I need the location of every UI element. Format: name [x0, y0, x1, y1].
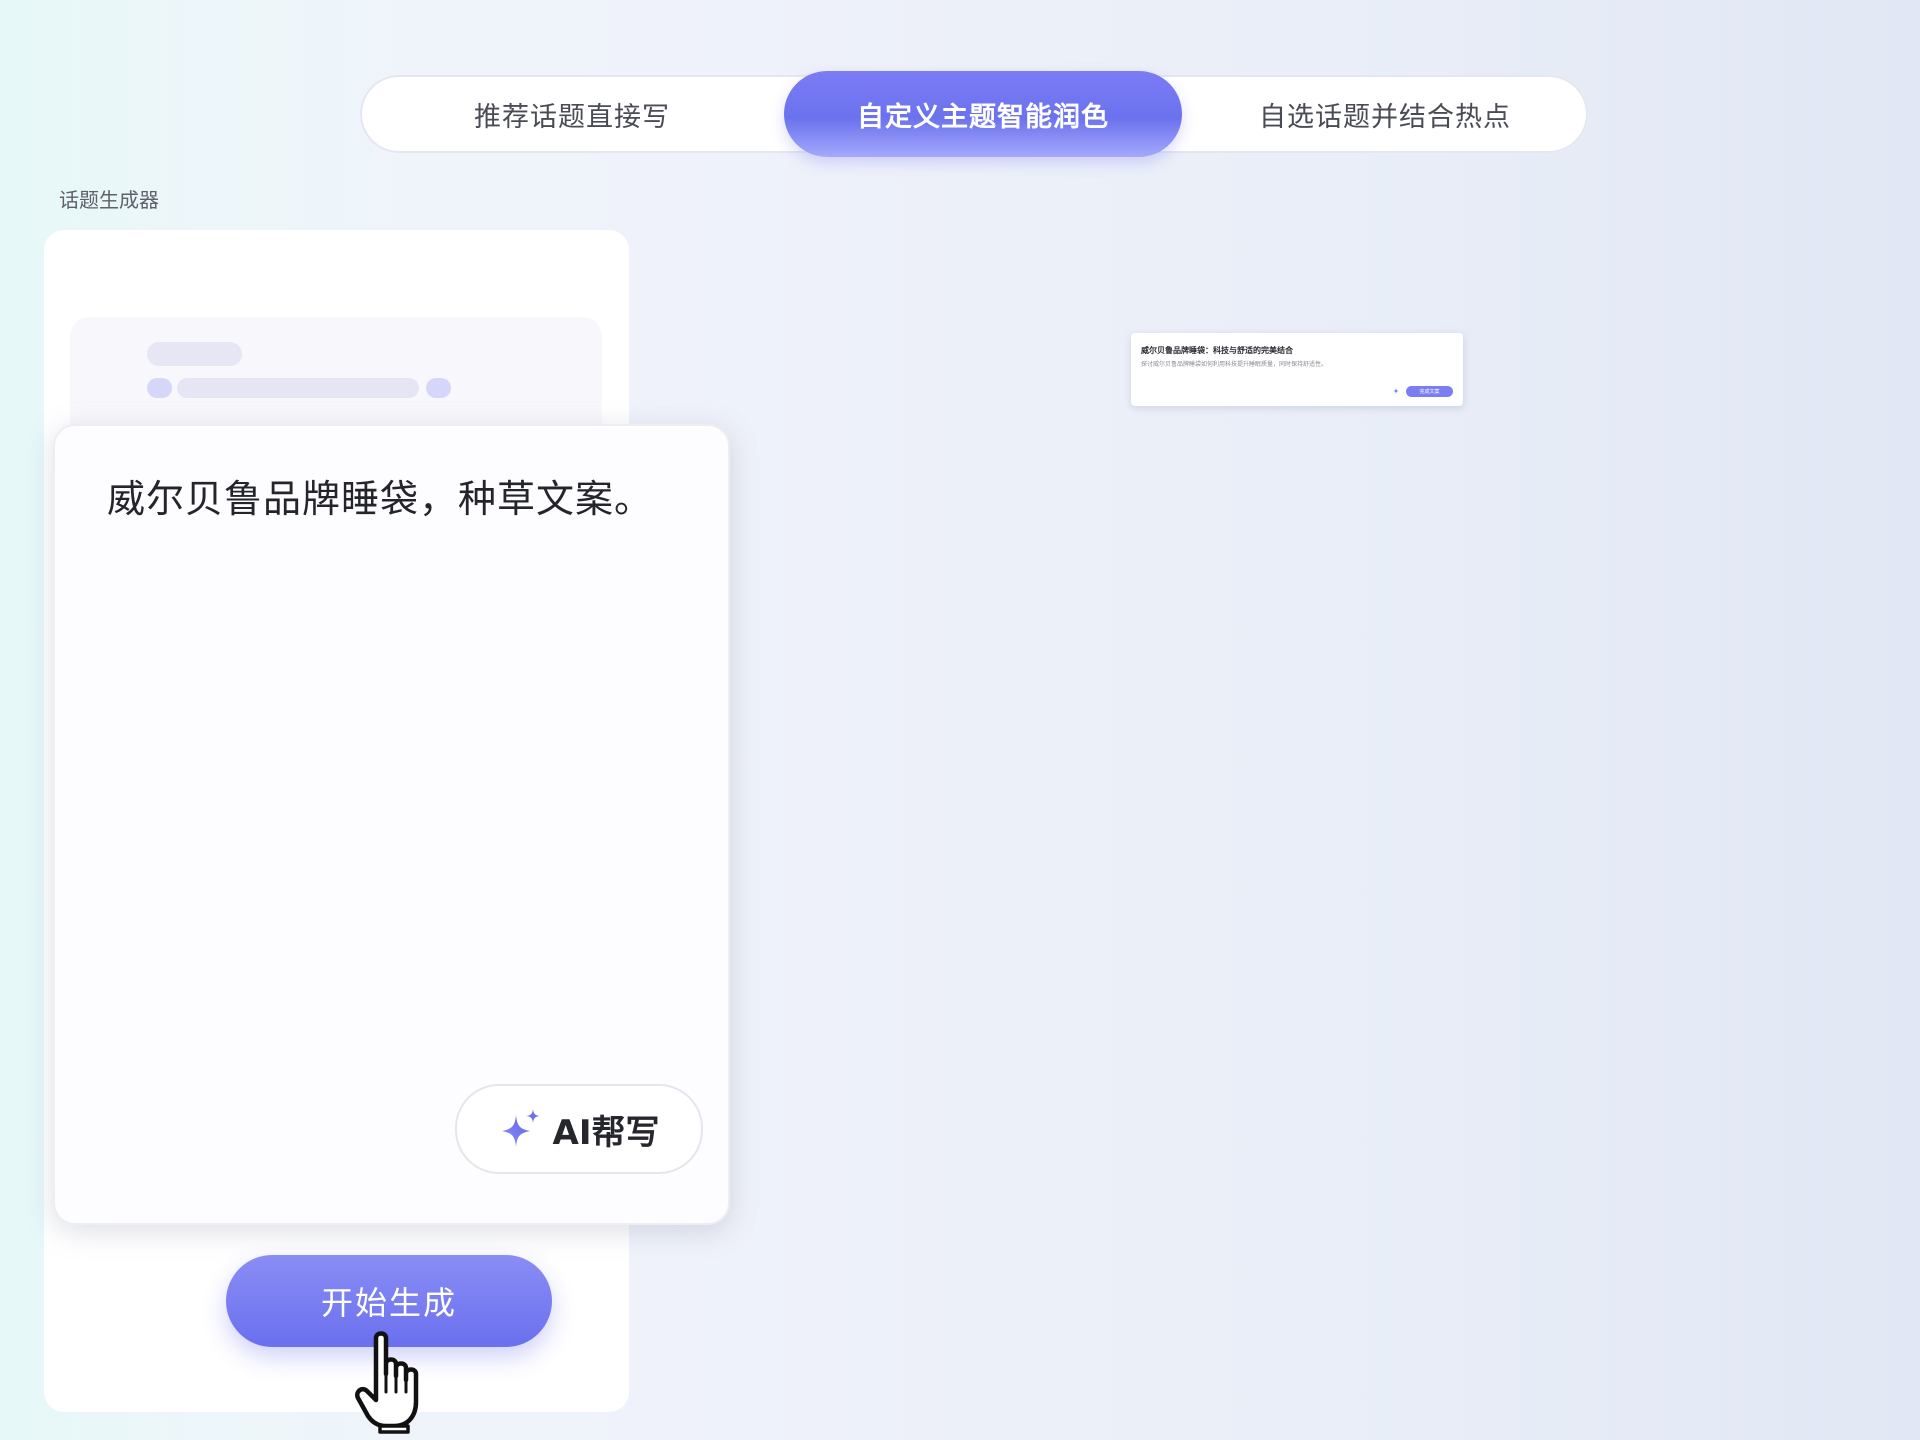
tab-selected-topics-trending[interactable]: 自选话题并结合热点 — [1182, 75, 1588, 153]
mode-tabs: 推荐话题直接写 自选话题并结合热点 自定义主题智能润色 — [360, 71, 1588, 157]
skeleton-dot — [426, 378, 451, 398]
sparkle-icon — [501, 1109, 540, 1147]
tab-recommended-topics[interactable]: 推荐话题直接写 — [360, 75, 784, 153]
ai-write-button[interactable]: AI帮写 — [455, 1084, 703, 1174]
skeleton-line — [147, 342, 242, 366]
sparkle-icon — [1393, 388, 1399, 394]
generated-preview-card[interactable]: 威尔贝鲁品牌睡袋：科技与舒适的完美结合 探讨威尔贝鲁品牌睡袋如何利用科技提升睡眠… — [1131, 333, 1463, 406]
preview-title: 威尔贝鲁品牌睡袋：科技与舒适的完美结合 — [1141, 346, 1293, 355]
skeleton-line — [177, 378, 419, 398]
ai-write-label: AI帮写 — [552, 1112, 660, 1153]
preview-finish-button[interactable]: 完成文案 — [1406, 386, 1453, 397]
hand-cursor-icon — [355, 1331, 419, 1434]
skeleton-dot — [147, 378, 172, 398]
topic-input-card[interactable]: 威尔贝鲁品牌睡袋，种草文案。 AI帮写 — [53, 424, 730, 1225]
preview-subtitle: 探讨威尔贝鲁品牌睡袋如何利用科技提升睡眠质量，同时保持舒适性。 — [1141, 361, 1328, 368]
tab-custom-theme-polish[interactable]: 自定义主题智能润色 — [784, 71, 1182, 157]
topic-input-text[interactable]: 威尔贝鲁品牌睡袋，种草文案。 — [107, 468, 653, 523]
section-title: 话题生成器 — [59, 188, 159, 212]
